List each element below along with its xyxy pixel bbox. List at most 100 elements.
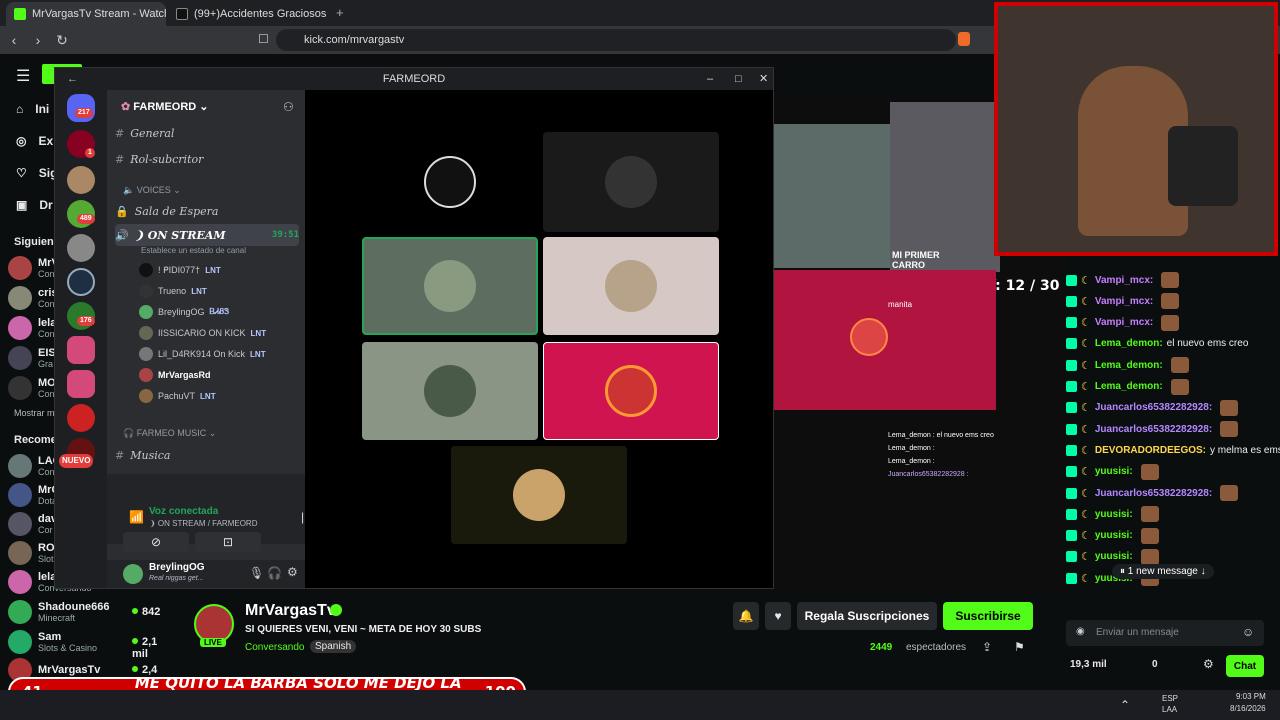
- language-indicator[interactable]: ESP: [1162, 694, 1178, 703]
- clock-time[interactable]: 9:03 PM: [1236, 692, 1266, 701]
- channel-status-hint[interactable]: Establece un estado de canal: [141, 246, 246, 255]
- chat-input[interactable]: ◉ Enviar un mensaje ☺: [1066, 620, 1264, 646]
- chat-username[interactable]: Juancarlos65382282928:: [1095, 402, 1212, 413]
- discord-window-title: FARMEORD: [382, 73, 446, 85]
- subscribe-button[interactable]: Suscribirse: [943, 602, 1033, 630]
- mini-chat-line: manita: [888, 300, 913, 309]
- participant-tile[interactable]: [363, 132, 537, 232]
- camera-off-icon[interactable]: ⊘: [123, 532, 189, 552]
- chat-settings-icon[interactable]: ◉: [1076, 626, 1085, 637]
- chat-message: ☾ Juancarlos65382282928:: [1066, 483, 1278, 503]
- chat-username[interactable]: yuusisi:: [1095, 509, 1133, 520]
- voice-user[interactable]: BreylingOG ᏴᏗᏰᏕ: [139, 302, 229, 322]
- forward-icon[interactable]: ›: [26, 32, 50, 48]
- voice-channel-path[interactable]: ❩ ON STREAM / FARMEORD: [149, 519, 258, 528]
- chat-send-button[interactable]: Chat: [1226, 655, 1264, 677]
- close-icon[interactable]: ✕: [759, 68, 768, 90]
- participant-tile[interactable]: [451, 446, 627, 544]
- channel-general[interactable]: # General: [115, 122, 299, 144]
- voice-user[interactable]: MrVargasRd: [139, 365, 216, 385]
- participant-tile[interactable]: [543, 132, 719, 232]
- category-link[interactable]: Conversando: [245, 642, 304, 653]
- channel-musica[interactable]: # Musica: [115, 444, 299, 466]
- server-icon[interactable]: [67, 268, 95, 296]
- chat-username[interactable]: Lema_demon:: [1095, 381, 1163, 392]
- server-icon[interactable]: [67, 404, 95, 432]
- server-icon[interactable]: [67, 234, 95, 262]
- new-message-pill[interactable]: ⏸ 1 new message ↓: [1112, 564, 1214, 579]
- participant-tile-speaking[interactable]: [362, 237, 538, 335]
- voice-user[interactable]: PachuVT LNT: [139, 386, 216, 406]
- voice-channel-on-stream[interactable]: 🔊 ❩ ON STREAM 39:51: [115, 224, 299, 246]
- back-icon[interactable]: ←: [67, 68, 78, 90]
- server-name[interactable]: ✿ FARMEORD ⌄: [121, 100, 209, 113]
- chat-username[interactable]: yuusisi:: [1095, 551, 1133, 562]
- chat-username[interactable]: Vampi_mcx:: [1095, 275, 1153, 286]
- screen-share-icon[interactable]: ⊡: [195, 532, 261, 552]
- microphone-icon[interactable]: 🎙: [249, 566, 264, 580]
- share-icon[interactable]: ⇪: [982, 640, 992, 654]
- notification-bell-icon[interactable]: 🔔: [733, 602, 759, 630]
- chat-username[interactable]: Lema_demon:: [1095, 360, 1163, 371]
- recommended-channel[interactable]: Sam Slots & Casino 2,1 mil: [8, 628, 168, 660]
- browser-tab-video[interactable]: (99+)Accidentes Graciosos en GTA 5 ✕: [168, 2, 328, 26]
- participant-tile[interactable]: [543, 342, 719, 440]
- reload-icon[interactable]: ↻: [50, 32, 74, 49]
- recommended-channel[interactable]: Shadoune666 Minecraft 842: [8, 598, 168, 626]
- moon-badge-icon: ☾: [1081, 338, 1091, 351]
- chat-panel: ☾ Vampi_mcx: ☾ Vampi_mcx: ☾ Vampi_mcx: ☾ Lema_d…: [1064, 256, 1280, 596]
- chat-username[interactable]: Juancarlos65382282928:: [1095, 488, 1212, 499]
- signal-icon[interactable]: 📶: [129, 510, 144, 524]
- gift-subs-button[interactable]: Regala Suscripciones: [797, 602, 937, 630]
- new-tab-icon[interactable]: +: [336, 5, 344, 20]
- chat-text: el nuevo ems creo: [1166, 338, 1249, 350]
- emote-bar[interactable]: [1066, 596, 1274, 616]
- participant-tile[interactable]: [543, 237, 719, 335]
- bookmark-icon[interactable]: ☐: [258, 32, 269, 46]
- chat-username[interactable]: Vampi_mcx:: [1095, 296, 1153, 307]
- report-icon[interactable]: ⚑: [1014, 640, 1025, 654]
- server-icon[interactable]: [67, 166, 95, 194]
- voice-user[interactable]: Trueno LNT: [139, 281, 207, 301]
- participant-tile[interactable]: [362, 342, 538, 440]
- server-icon[interactable]: [67, 370, 95, 398]
- channel-name[interactable]: MrVargasTv: [245, 602, 336, 620]
- music-category[interactable]: 🎧 FARMEO MUSIC ⌄: [123, 428, 216, 439]
- back-icon[interactable]: ‹: [2, 32, 26, 48]
- gear-icon[interactable]: ⚙: [287, 565, 298, 579]
- avatar[interactable]: [123, 564, 143, 584]
- headphones-icon[interactable]: 🎧: [267, 566, 282, 580]
- menu-icon[interactable]: ☰: [16, 66, 30, 86]
- follow-heart-icon[interactable]: ♥: [765, 602, 791, 630]
- chat-username[interactable]: Vampi_mcx:: [1095, 317, 1153, 328]
- invite-icon[interactable]: ⚇: [283, 100, 294, 114]
- moon-badge-icon: ☾: [1081, 508, 1091, 521]
- voice-user[interactable]: IISSICARIO ON KICK LNT: [139, 323, 266, 343]
- url-input[interactable]: kick.com/mrvargastv: [276, 29, 956, 51]
- brave-shield-icon[interactable]: [958, 32, 970, 46]
- chat-username[interactable]: Juancarlos65382282928:: [1095, 424, 1212, 435]
- emoji-icon[interactable]: ☺: [1242, 625, 1254, 639]
- channel-rol-subcritor[interactable]: # Rol-subcritor: [115, 148, 299, 170]
- voice-user[interactable]: ! ᑭIDI077† LNT: [139, 260, 221, 280]
- voices-category[interactable]: 🔈 VOICES ⌄: [123, 185, 181, 196]
- chevron-up-icon[interactable]: ⌃: [1120, 698, 1130, 712]
- show-more-link[interactable]: Mostrar m: [14, 408, 55, 418]
- language-tag[interactable]: Spanish: [310, 640, 357, 653]
- chat-message: ☾ Lema_demon:: [1066, 355, 1278, 375]
- sub-badge-icon: [1066, 508, 1077, 520]
- gear-icon[interactable]: ⚙: [1203, 657, 1214, 671]
- discord-window[interactable]: ← FARMEORD – □ ✕ 217 1 489 176 NUEVO ✿ F…: [54, 67, 774, 589]
- maximize-icon[interactable]: □: [735, 68, 742, 90]
- chat-username[interactable]: DEVORADORDEEGOS:: [1095, 445, 1206, 456]
- voice-channel-sala-de-espera[interactable]: 🔒 Sala de Espera: [115, 200, 299, 222]
- avatar: [8, 346, 32, 370]
- chat-username[interactable]: Lema_demon:: [1095, 338, 1163, 349]
- minimize-icon[interactable]: –: [707, 68, 713, 90]
- browser-tab-kick[interactable]: MrVargasTv Stream - Watch Live ✕: [6, 2, 166, 26]
- server-icon[interactable]: [67, 336, 95, 364]
- chat-username[interactable]: yuusisi:: [1095, 530, 1133, 541]
- voice-user[interactable]: Lil_D4RK914 On Kick LNT: [139, 344, 266, 364]
- chat-username[interactable]: yuusisi:: [1095, 466, 1133, 477]
- avatar: [139, 368, 153, 382]
